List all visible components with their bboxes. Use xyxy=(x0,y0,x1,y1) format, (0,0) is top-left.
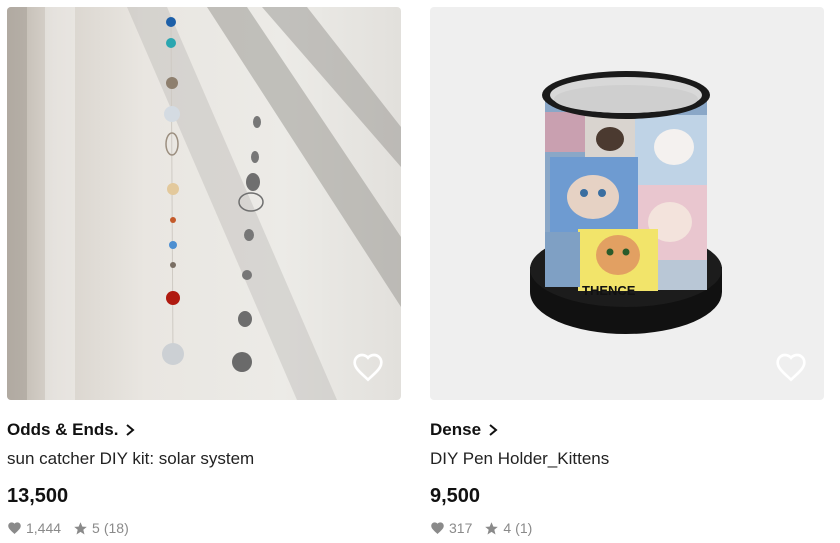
sun-catcher-photo xyxy=(7,7,401,400)
heart-icon xyxy=(8,522,21,534)
like-count: 1,444 xyxy=(26,520,62,536)
heart-outline-icon xyxy=(353,353,383,382)
product-stats: 1,444 5 (18) xyxy=(7,520,401,536)
chevron-right-icon xyxy=(126,424,136,436)
like-count: 317 xyxy=(449,520,473,536)
product-card[interactable]: THENCE Dense DIY Pen Holder_Kittens 9,50… xyxy=(430,7,824,536)
rating-value: 4 xyxy=(503,520,512,536)
favorite-button[interactable] xyxy=(351,350,385,384)
heart-icon xyxy=(431,522,444,534)
star-icon xyxy=(485,521,499,534)
product-image[interactable]: THENCE xyxy=(430,7,824,400)
review-count: (1) xyxy=(515,520,533,536)
product-title[interactable]: DIY Pen Holder_Kittens xyxy=(430,449,824,469)
favorite-button[interactable] xyxy=(774,350,808,384)
shop-link[interactable]: Odds & Ends. xyxy=(7,420,401,440)
star-icon xyxy=(74,521,87,534)
product-price: 13,500 xyxy=(7,485,69,507)
product-stats: 317 4 (1) xyxy=(430,520,824,536)
product-title[interactable]: sun catcher DIY kit: solar system xyxy=(7,449,401,469)
heart-outline-icon xyxy=(776,353,806,382)
product-card[interactable]: Odds & Ends. sun catcher DIY kit: solar … xyxy=(7,7,401,536)
product-price: 9,500 xyxy=(430,485,481,507)
rating-value: 5 xyxy=(92,520,100,536)
review-count: (18) xyxy=(103,520,129,536)
shop-name: Odds & Ends. xyxy=(7,420,119,439)
product-grid: Odds & Ends. sun catcher DIY kit: solar … xyxy=(0,0,840,543)
chevron-right-icon xyxy=(489,424,498,436)
shop-link[interactable]: Dense xyxy=(430,420,824,440)
pen-holder-print-text: THENCE xyxy=(582,283,636,298)
shop-name: Dense xyxy=(430,420,482,439)
pen-holder-photo: THENCE xyxy=(430,7,824,400)
product-image[interactable] xyxy=(7,7,401,400)
